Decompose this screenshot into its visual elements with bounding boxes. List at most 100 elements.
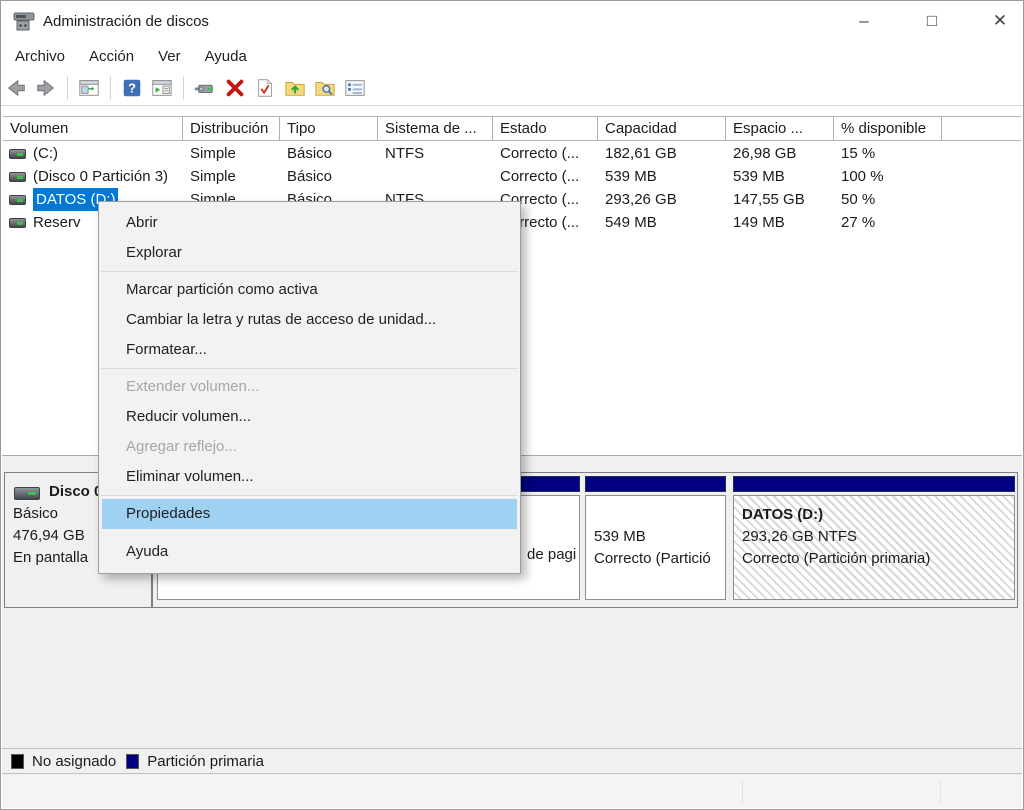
partition-primary-bar bbox=[733, 476, 1015, 492]
partition-datos-selected[interactable]: DATOS (D:) 293,26 GB NTFS Correcto (Part… bbox=[733, 476, 1015, 602]
app-icon bbox=[13, 11, 35, 31]
volume-icon bbox=[9, 218, 26, 228]
partition-status: Correcto (Partició bbox=[594, 548, 717, 570]
partition-539mb[interactable]: 539 MB Correcto (Partició bbox=[585, 476, 726, 602]
action-pane-icon[interactable] bbox=[148, 75, 176, 101]
menu-separator bbox=[101, 271, 518, 272]
disk-management-window: Administración de discos – □ ✕ Archivo A… bbox=[0, 0, 1024, 810]
disk-type: Básico bbox=[13, 505, 58, 522]
maximize-button[interactable]: □ bbox=[921, 10, 943, 32]
legend-swatch-navy bbox=[126, 754, 139, 769]
menu-ver[interactable]: Ver bbox=[146, 44, 193, 69]
col-tipo[interactable]: Tipo bbox=[280, 117, 378, 140]
col-capacidad[interactable]: Capacidad bbox=[598, 117, 726, 140]
cell-capacity: 293,26 GB bbox=[598, 188, 726, 211]
toolbar-separator bbox=[110, 76, 111, 100]
menu-item-explorar[interactable]: Explorar bbox=[99, 238, 520, 268]
cell-pct: 15 % bbox=[834, 142, 942, 165]
menu-item-reducir-volumen[interactable]: Reducir volumen... bbox=[99, 402, 520, 432]
col-volumen[interactable]: Volumen bbox=[3, 117, 183, 140]
menu-item-ayuda[interactable]: Ayuda bbox=[99, 537, 520, 567]
table-row-disco0-part3[interactable]: (Disco 0 Partición 3) Simple Básico Corr… bbox=[3, 165, 1021, 188]
title-bar: Administración de discos – □ ✕ bbox=[1, 1, 1023, 41]
list-options-icon[interactable] bbox=[341, 75, 369, 101]
volume-label: Reserv bbox=[33, 211, 81, 234]
cell-pct: 100 % bbox=[834, 165, 942, 188]
console-tree-icon[interactable] bbox=[75, 75, 103, 101]
menu-item-agregar-reflejo: Agregar reflejo... bbox=[99, 432, 520, 462]
legend-item-no-asignado: No asignado bbox=[11, 753, 116, 770]
menu-item-eliminar-volumen[interactable]: Eliminar volumen... bbox=[99, 462, 520, 492]
col-disponible[interactable]: % disponible bbox=[834, 117, 942, 140]
back-icon[interactable] bbox=[2, 75, 30, 101]
folder-search-icon[interactable] bbox=[311, 75, 339, 101]
toolbar-separator bbox=[183, 76, 184, 100]
toolbar: ? bbox=[1, 71, 1023, 106]
col-distribucion[interactable]: Distribución bbox=[183, 117, 280, 140]
menu-item-abrir[interactable]: Abrir bbox=[99, 208, 520, 238]
menu-accion[interactable]: Acción bbox=[77, 44, 146, 69]
cell-status: Correcto (... bbox=[493, 165, 598, 188]
forward-icon[interactable] bbox=[32, 75, 60, 101]
volume-table-header: Volumen Distribución Tipo Sistema de ...… bbox=[3, 116, 1021, 141]
menu-item-cambiar-letra[interactable]: Cambiar la letra y rutas de acceso de un… bbox=[99, 305, 520, 335]
cell-type: Básico bbox=[280, 165, 378, 188]
menu-archivo[interactable]: Archivo bbox=[3, 44, 77, 69]
legend: No asignado Partición primaria bbox=[2, 748, 1022, 774]
legend-item-particion-primaria: Partición primaria bbox=[126, 753, 264, 770]
device-icon[interactable] bbox=[191, 75, 219, 101]
menu-spacer bbox=[99, 529, 520, 537]
volume-icon bbox=[9, 172, 26, 182]
menu-item-marcar-activa[interactable]: Marcar partición como activa bbox=[99, 275, 520, 305]
context-menu: Abrir Explorar Marcar partición como act… bbox=[98, 201, 521, 574]
menu-separator bbox=[101, 368, 518, 369]
cell-free: 149 MB bbox=[726, 211, 834, 234]
cell-layout: Simple bbox=[183, 165, 280, 188]
cell-pct: 27 % bbox=[834, 211, 942, 234]
cell-status: Correcto (... bbox=[493, 142, 598, 165]
delete-icon[interactable] bbox=[221, 75, 249, 101]
menu-item-extender-volumen: Extender volumen... bbox=[99, 372, 520, 402]
partition-size: 293,26 GB NTFS bbox=[742, 526, 1006, 548]
disk-icon bbox=[14, 487, 40, 500]
partition-name: DATOS (D:) bbox=[742, 504, 1006, 526]
cell-free: 26,98 GB bbox=[726, 142, 834, 165]
disk-name: Disco 0 bbox=[49, 483, 102, 500]
cell-capacity: 549 MB bbox=[598, 211, 726, 234]
disk-status: En pantalla bbox=[13, 549, 88, 566]
check-document-icon[interactable] bbox=[251, 75, 279, 101]
cell-fs: NTFS bbox=[378, 142, 493, 165]
folder-upload-icon[interactable] bbox=[281, 75, 309, 101]
volume-icon bbox=[9, 195, 26, 205]
legend-swatch-black bbox=[11, 754, 24, 769]
volume-label: (Disco 0 Partición 3) bbox=[33, 165, 168, 188]
volume-label: (C:) bbox=[33, 142, 58, 165]
col-espacio[interactable]: Espacio ... bbox=[726, 117, 834, 140]
menu-item-formatear[interactable]: Formatear... bbox=[99, 335, 520, 365]
legend-label: Partición primaria bbox=[147, 753, 264, 770]
cell-free: 147,55 GB bbox=[726, 188, 834, 211]
cell-fs bbox=[378, 165, 493, 188]
cell-pct: 50 % bbox=[834, 188, 942, 211]
menu-ayuda[interactable]: Ayuda bbox=[193, 44, 259, 69]
cell-capacity: 539 MB bbox=[598, 165, 726, 188]
menu-bar: Archivo Acción Ver Ayuda bbox=[1, 41, 1023, 71]
page-title: Administración de discos bbox=[43, 13, 209, 30]
col-estado[interactable]: Estado bbox=[493, 117, 598, 140]
toolbar-separator bbox=[67, 76, 68, 100]
partition-status: Correcto (Partición primaria) bbox=[742, 548, 1006, 570]
close-button[interactable]: ✕ bbox=[989, 10, 1011, 32]
col-sistema[interactable]: Sistema de ... bbox=[378, 117, 493, 140]
table-row-c[interactable]: (C:) Simple Básico NTFS Correcto (... 18… bbox=[3, 142, 1021, 165]
menu-item-propiedades[interactable]: Propiedades bbox=[102, 499, 517, 529]
col-empty bbox=[942, 117, 1021, 140]
partition-size: 539 MB bbox=[594, 526, 717, 548]
help-icon[interactable]: ? bbox=[118, 75, 146, 101]
minimize-button[interactable]: – bbox=[853, 10, 875, 32]
cell-layout: Simple bbox=[183, 142, 280, 165]
svg-text:?: ? bbox=[128, 81, 136, 96]
cell-type: Básico bbox=[280, 142, 378, 165]
status-strip bbox=[2, 775, 1022, 808]
legend-label: No asignado bbox=[32, 753, 116, 770]
cell-capacity: 182,61 GB bbox=[598, 142, 726, 165]
